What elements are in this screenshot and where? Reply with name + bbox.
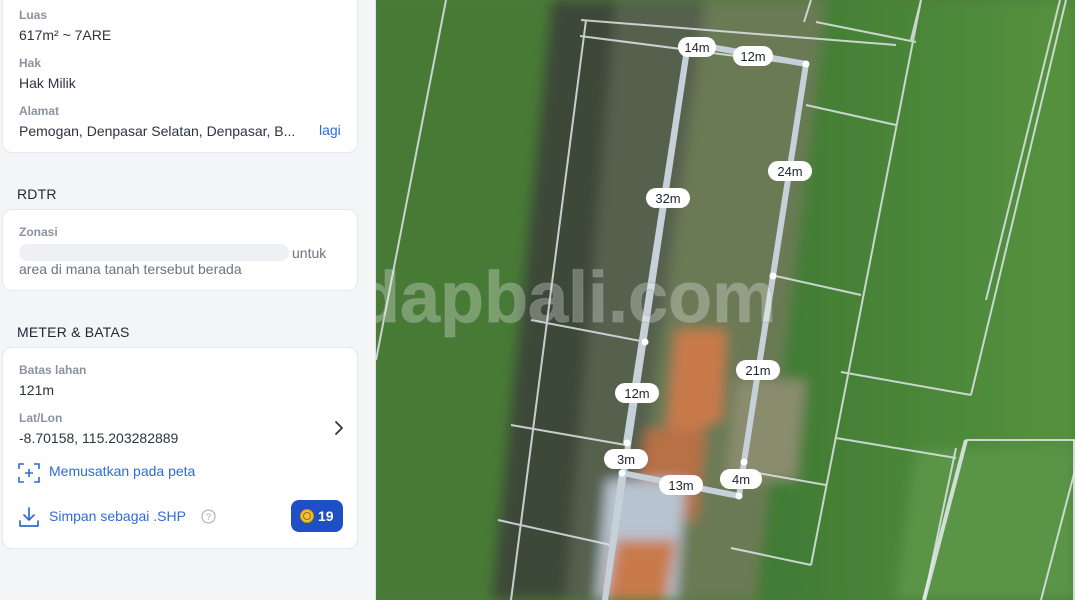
measurement-label-top-left: 14m [678, 37, 716, 57]
measurement-label-bottom-left: 3m [604, 449, 648, 469]
download-icon [17, 505, 41, 529]
luas-value: 617m² ~ 7ARE [19, 27, 112, 43]
measurement-label-top: 12m [733, 46, 773, 66]
svg-text:12m: 12m [624, 386, 649, 401]
batas-label: Batas lahan [19, 363, 87, 377]
measurement-label-bottom: 13m [659, 475, 703, 495]
coin-count: 19 [318, 508, 334, 524]
svg-text:13m: 13m [668, 478, 693, 493]
svg-text:14m: 14m [684, 40, 709, 55]
satellite-map[interactable]: dapbali.com 14m 12m 24m 32m 21m 12m 3m 1… [376, 0, 1075, 600]
map-canvas[interactable]: dapbali.com 14m 12m 24m 32m 21m 12m 3m 1… [376, 0, 1075, 600]
center-map-label: Memusatkan pada peta [49, 463, 196, 479]
zonasi-suffix: untuk [292, 245, 327, 261]
property-detail-panel: Luas 617m² ~ 7ARE Hak Hak Milik Alamat P… [0, 0, 376, 600]
svg-text:?: ? [206, 512, 211, 522]
svg-text:12m: 12m [740, 49, 765, 64]
svg-text:3m: 3m [617, 452, 635, 467]
measurement-label-left-upper: 32m [646, 188, 690, 208]
zonasi-label: Zonasi [19, 225, 58, 239]
zonasi-text: area di mana tanah tersebut berada [19, 261, 242, 277]
coin-cost-button[interactable]: 19 [291, 500, 343, 532]
svg-text:32m: 32m [655, 191, 680, 206]
alamat-label: Alamat [19, 104, 60, 118]
svg-text:21m: 21m [745, 363, 770, 378]
zonasi-placeholder-bar [19, 244, 289, 261]
hak-label: Hak [19, 56, 42, 70]
save-shp-label: Simpan sebagai .SHP [49, 508, 186, 524]
alamat-value: Pemogan, Denpasar Selatan, Denpasar, B..… [19, 123, 296, 139]
measurement-label-right-upper: 24m [768, 161, 812, 181]
luas-label: Luas [19, 8, 48, 22]
rdtr-section-title: RDTR [17, 186, 57, 202]
property-info-card: Luas 617m² ~ 7ARE Hak Hak Milik Alamat P… [2, 0, 358, 153]
coin-icon [300, 509, 314, 523]
focus-target-icon [17, 461, 41, 485]
measurement-label-left-lower: 12m [615, 383, 659, 403]
svg-text:4m: 4m [732, 472, 750, 487]
measurement-label-right-lower: 21m [736, 360, 780, 380]
meter-section-title: METER & BATAS [17, 324, 130, 340]
hak-value: Hak Milik [19, 75, 76, 91]
latlon-value: -8.70158, 115.203282889 [19, 430, 179, 446]
svg-text:24m: 24m [777, 164, 802, 179]
save-shp-button[interactable]: Simpan sebagai .SHP ? [17, 505, 227, 529]
measurement-label-bottom-right: 4m [720, 469, 762, 489]
center-map-button[interactable]: Memusatkan pada peta [17, 460, 257, 484]
alamat-more-link[interactable]: lagi [319, 122, 341, 138]
watermark-text: dapbali.com [376, 258, 776, 338]
app-root: Luas 617m² ~ 7ARE Hak Hak Milik Alamat P… [0, 0, 1075, 600]
latlon-label: Lat/Lon [19, 411, 63, 425]
meter-card: Batas lahan 121m Lat/Lon -8.70158, 115.2… [2, 347, 358, 549]
chevron-right-icon[interactable] [329, 418, 349, 438]
batas-value: 121m [19, 382, 55, 398]
help-icon[interactable]: ? [201, 509, 216, 524]
rdtr-card: Zonasi untuk area di mana tanah tersebut… [2, 209, 358, 291]
